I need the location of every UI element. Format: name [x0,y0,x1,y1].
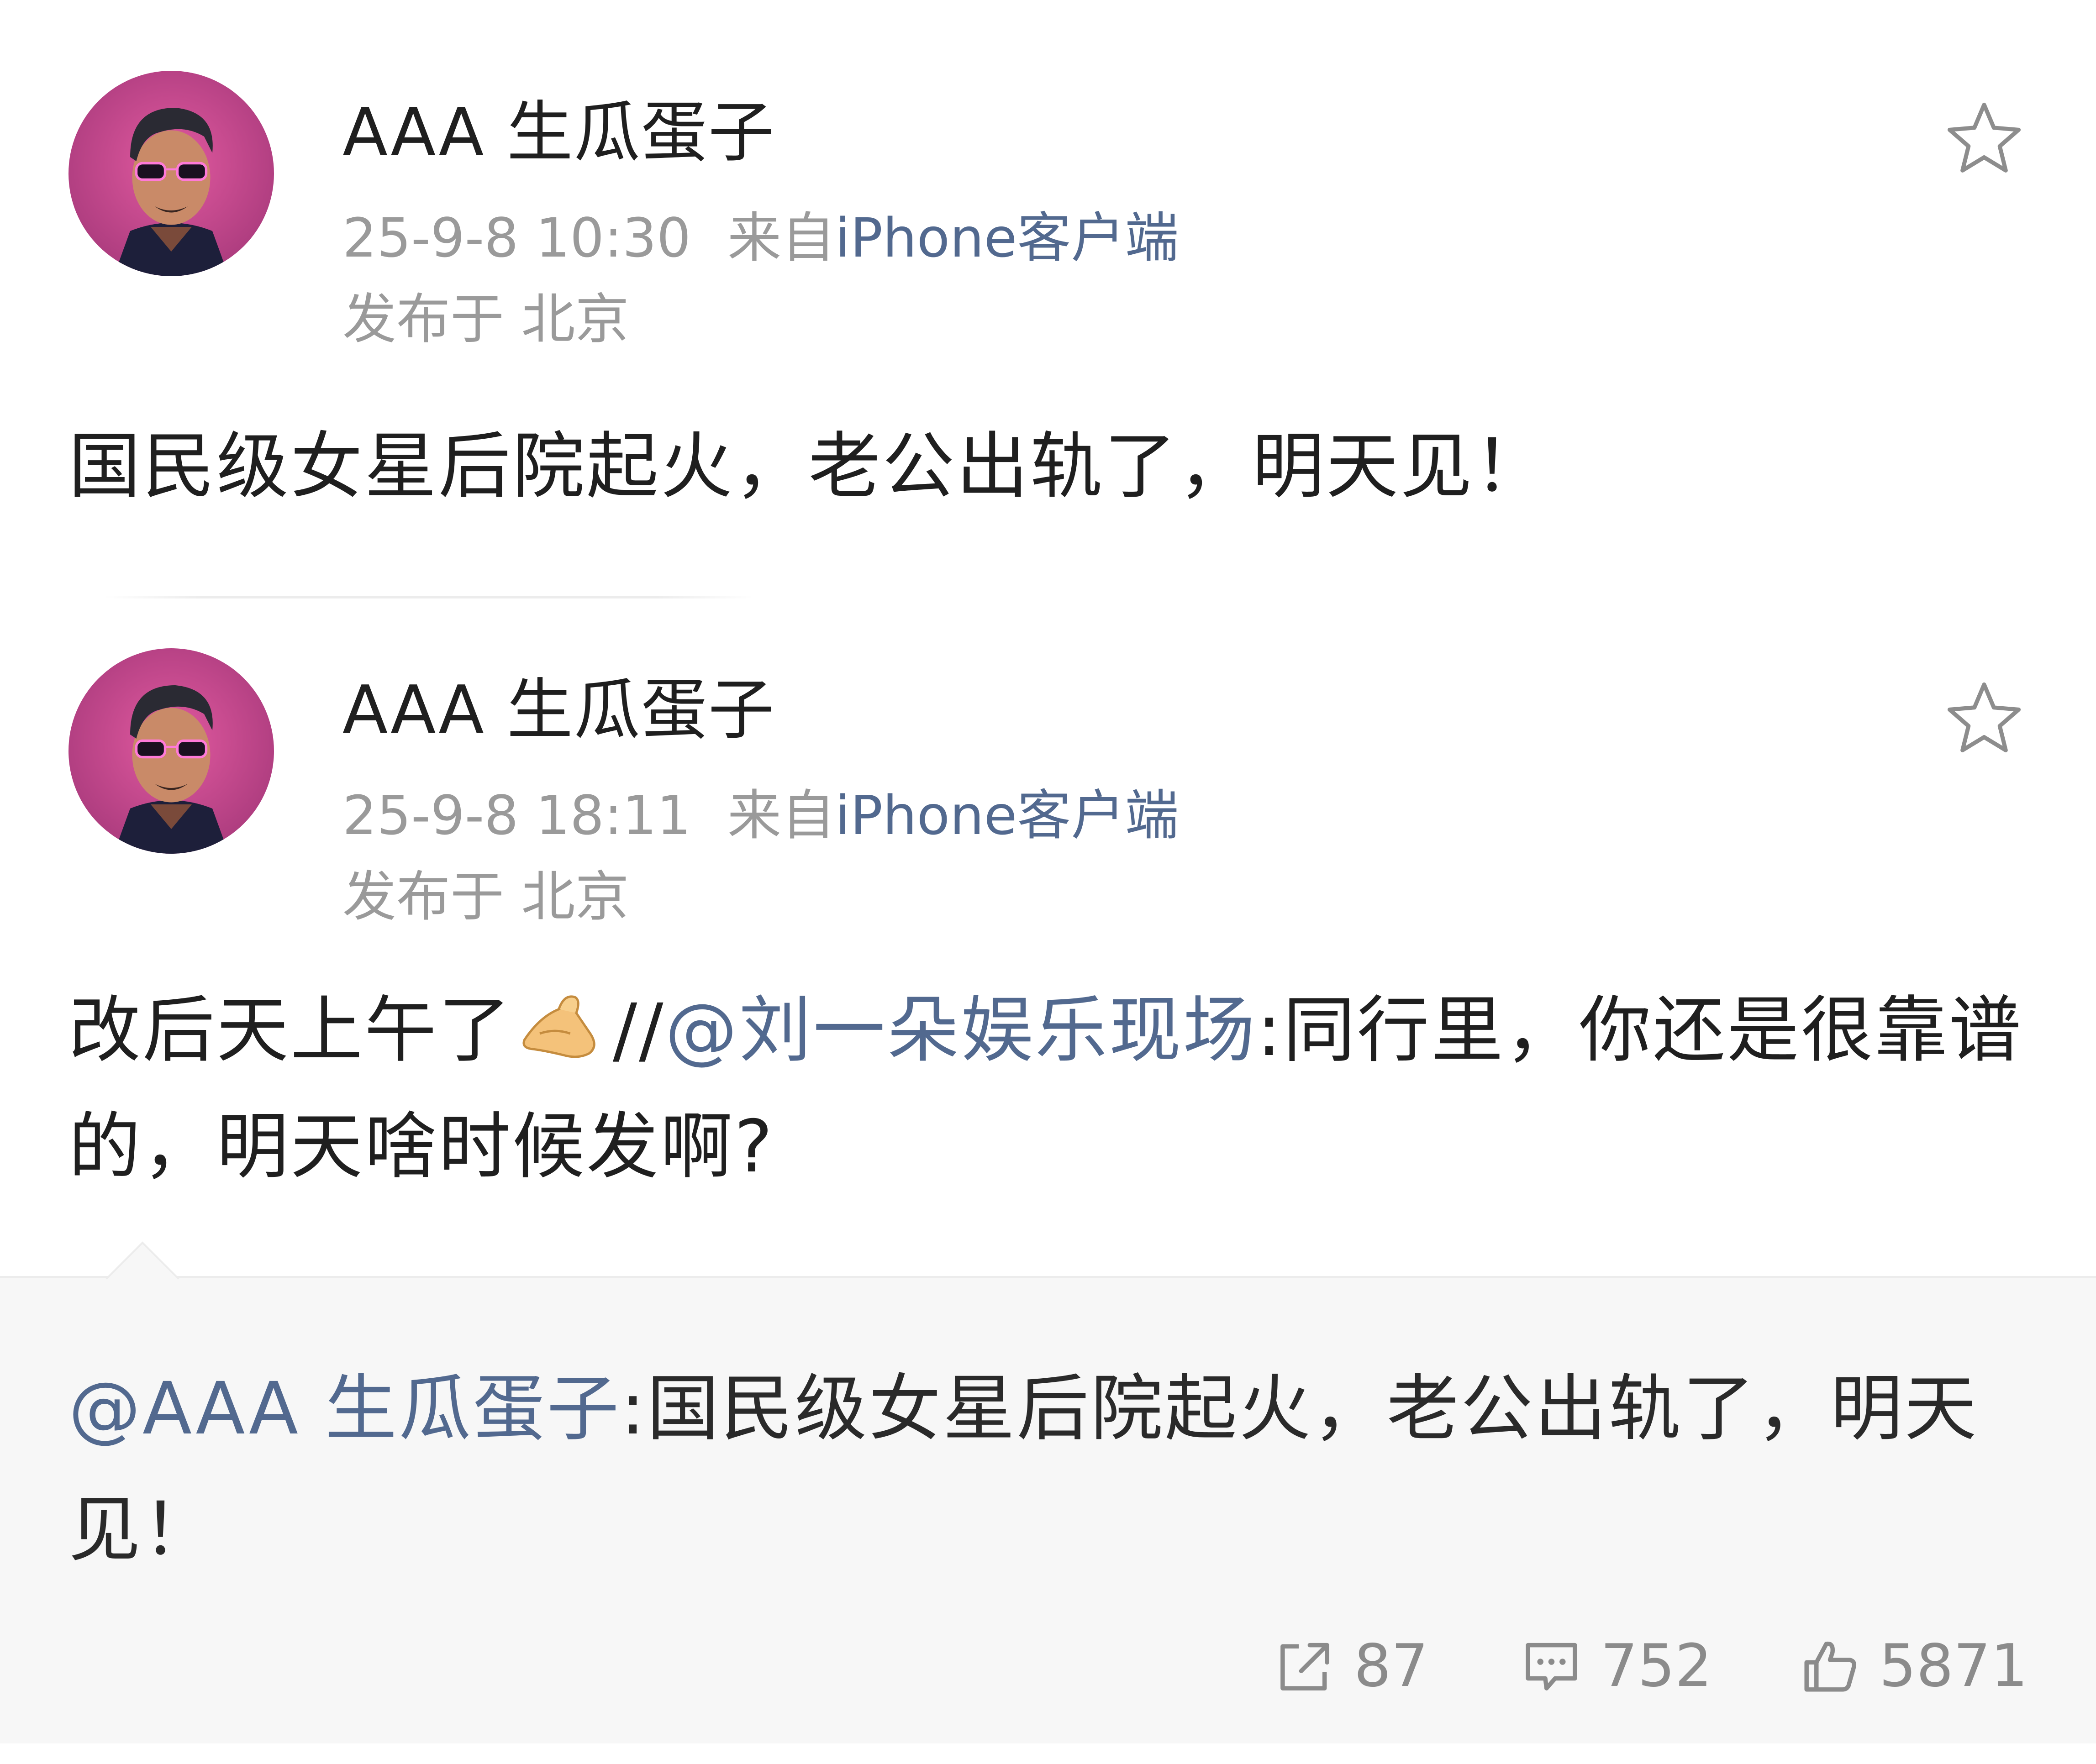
repost-count: 87 [1354,1632,1428,1700]
repost-button[interactable]: 87 [1274,1613,1428,1718]
quoted-post[interactable]: @AAA 生瓜蛋子:国民级女星后院起火，老公出轨了，明天见！ 87 752 58… [0,1241,2096,1743]
star-outline-icon [1947,682,2021,752]
mention-link[interactable]: @刘一朵娱乐现场 [665,988,1257,1072]
source-prefix: 来自 [727,206,836,269]
post-content: 改后天上午了//@刘一朵娱乐现场:同行里，你还是很靠谱的，明天啥时候发啊? [68,972,2028,1205]
favorite-button[interactable] [1941,676,2028,762]
share-arrow-icon [1280,1643,1329,1690]
weibo-post: AAA 生瓜蛋子 25-9-8 18:11 来自iPhone客户端 发布于 北京 … [0,593,2096,1255]
like-count: 5871 [1879,1632,2028,1700]
mention-link[interactable]: @AAA 生瓜蛋子 [68,1367,621,1451]
post-time: 25-9-8 18:11 [342,784,691,847]
thumbs-up-icon [1804,1641,1857,1692]
avatar-image [68,648,274,854]
avatar-image [68,71,274,276]
comment-count: 752 [1601,1632,1712,1700]
post-meta: 25-9-8 10:30 来自iPhone客户端 [342,211,1179,265]
username[interactable]: AAA 生瓜蛋子 [342,677,775,743]
user-avatar[interactable] [68,648,274,854]
post-location: 发布于 北京 [342,865,629,928]
post-text-separator: // [613,988,665,1072]
favorite-button[interactable] [1941,96,2028,183]
username[interactable]: AAA 生瓜蛋子 [342,100,775,166]
quoted-post-content: @AAA 生瓜蛋子:国民级女星后院起火，老公出轨了，明天见！ [68,1349,2028,1591]
source-client-link[interactable]: iPhone客户端 [835,784,1179,847]
post-time: 25-9-8 10:30 [342,206,691,269]
post-location: 发布于 北京 [342,288,629,351]
comment-button[interactable]: 752 [1521,1613,1712,1718]
user-avatar[interactable] [68,71,274,276]
post-meta: 25-9-8 18:11 来自iPhone客户端 [342,788,1179,842]
pinching-hand-emoji [517,986,608,1063]
post-content: 国民级女星后院起火，老公出轨了，明天见！ [68,425,1548,509]
like-button[interactable]: 5871 [1799,1613,2028,1718]
source-prefix: 来自 [727,784,836,847]
post-text-segment: 改后天上午了 [68,988,512,1072]
action-bar: 87 752 5871 [0,1613,2096,1718]
weibo-post: AAA 生瓜蛋子 25-9-8 10:30 来自iPhone客户端 发布于 北京 … [0,0,2096,593]
star-outline-icon [1947,102,2021,173]
source-client-link[interactable]: iPhone客户端 [835,206,1179,269]
comment-bubble-icon [1526,1643,1577,1690]
